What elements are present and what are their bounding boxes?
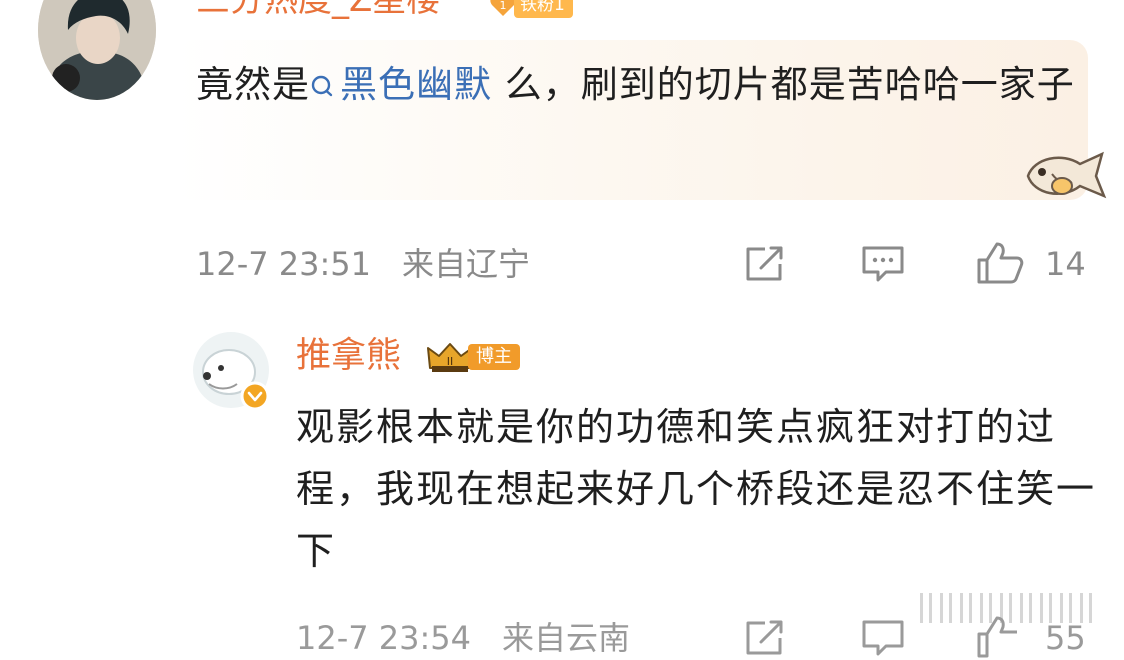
share-icon[interactable] [743,244,787,284]
svg-text:II: II [447,355,454,368]
comment-location: 来自辽宁 [402,245,531,283]
comment-time: 12-7 23:51 [196,245,372,283]
fish-sticker-icon [1026,151,1107,199]
reply-text: 观影根本就是你的功德和笑点疯狂对打的过程，我现在想起来好几个桥段还是忍不住笑一下 [296,405,1097,573]
reply-avatar[interactable] [193,332,270,411]
reply-time: 12-7 23:54 [296,619,472,657]
svg-text:1: 1 [500,0,507,12]
blogger-badge-label: 博主 [468,344,520,370]
fan-badge-label: 铁粉1 [514,0,573,18]
user-avatar[interactable] [38,0,156,100]
comment-text-after: 么，刷到的切片都是苦哈哈一家子 [492,63,1075,106]
comment-text-before: 竟然是 [196,63,310,106]
fan-badge: 1 铁粉1 [488,0,573,20]
crown-icon: II [427,343,473,372]
verified-badge-icon [240,381,270,411]
reply-username[interactable]: 推拿熊 [296,336,401,376]
comment-text: 竟然是 黑色幽默 么，刷到的切片都是苦哈哈一家子 [196,54,1076,116]
blogger-badge: II 博主 [426,340,520,374]
share-icon[interactable] [743,618,787,658]
thumbs-up-icon[interactable] [975,240,1025,286]
reply-location: 来自云南 [502,619,631,657]
like-count: 55 [1045,619,1086,657]
search-icon [311,75,333,97]
comment-icon[interactable] [860,244,906,284]
like-count: 14 [1045,245,1086,283]
comment-icon[interactable] [860,618,906,658]
comment-username[interactable]: 三分热度_Z星楼 [196,0,440,20]
thumbs-up-icon[interactable] [975,614,1025,660]
topic-link-label: 黑色幽默 [340,63,492,106]
topic-link[interactable]: 黑色幽默 [310,63,492,106]
